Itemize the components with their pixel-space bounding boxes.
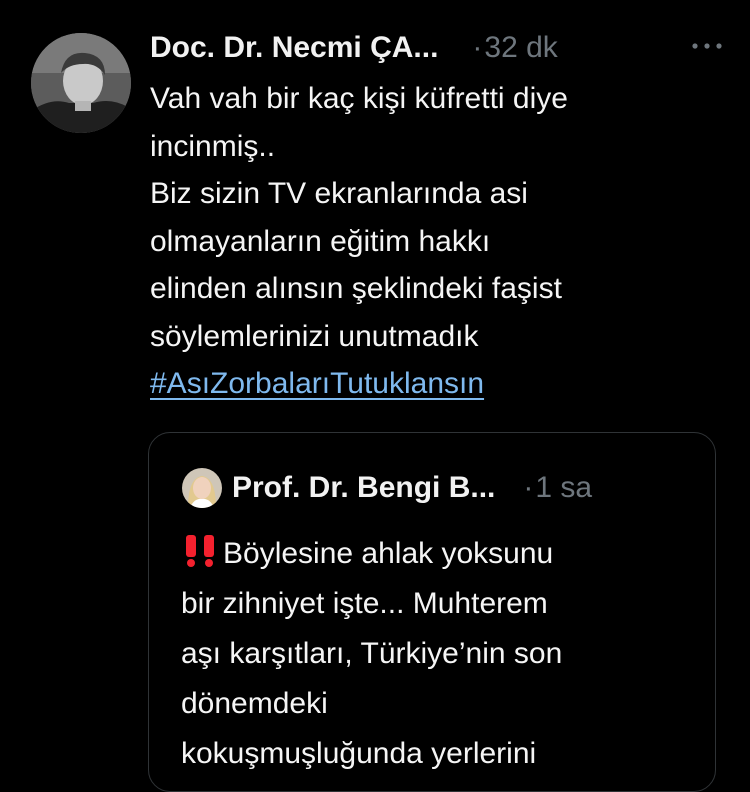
quoted-author-avatar xyxy=(182,468,222,508)
quoted-tweet-text: Böylesine ahlak yoksunu bir zihniyet işt… xyxy=(181,529,701,779)
time-separator: · xyxy=(472,31,483,64)
tweet-timestamp[interactable]: 32 dk xyxy=(484,31,557,65)
hashtag-link[interactable]: #AsıZorbalarıTutuklansın xyxy=(150,360,484,408)
quoted-author-name: Prof. Dr. Bengi B... xyxy=(232,471,496,504)
quoted-text-line: Böylesine ahlak yoksunu xyxy=(181,529,701,579)
author-avatar[interactable] xyxy=(31,33,131,133)
avatar-photo-icon xyxy=(31,33,131,133)
double-exclamation-icon xyxy=(186,535,214,567)
tweet-header: Doc. Dr. Necmi ÇA... · 32 dk xyxy=(150,22,725,74)
quoted-tweet-header: Prof. Dr. Bengi B... · 1 sa xyxy=(182,467,702,509)
tweet-text-line: söylemlerinizi unutmadık xyxy=(150,319,479,353)
quoted-text-line: bir zihniyet işte... Muhterem xyxy=(181,587,548,620)
tweet-text-line: Vah vah bir kaç kişi küfretti diye xyxy=(150,82,568,115)
quoted-time-separator: · xyxy=(523,471,534,504)
tweet[interactable]: Doc. Dr. Necmi ÇA... · 32 dk Vah vah bir… xyxy=(0,0,750,792)
quoted-text-line: kokuşmuşluğunda yerlerini xyxy=(181,737,537,770)
quoted-tweet-card[interactable]: Prof. Dr. Bengi B... · 1 sa Böylesine ah… xyxy=(148,432,716,792)
quoted-avatar-photo-icon xyxy=(182,468,222,508)
tweet-text-line: olmayanların eğitim hakkı xyxy=(150,224,491,258)
tweet-text: Vah vah bir kaç kişi küfretti diye incin… xyxy=(150,75,735,408)
quoted-text-first-line: Böylesine ahlak yoksunu xyxy=(223,537,554,570)
tweet-text-line: incinmiş.. xyxy=(150,129,276,163)
more-horizontal-icon[interactable] xyxy=(690,40,724,52)
quoted-text-line: dönemdeki xyxy=(181,687,328,720)
quoted-text-line: aşı karşıtları, Türkiye’nin son xyxy=(181,637,563,670)
tweet-text-line: elinden alınsın şeklindeki faşist xyxy=(150,272,562,305)
tweet-text-line: Biz sizin TV ekranlarında asi xyxy=(150,177,528,210)
quoted-tweet-timestamp: 1 sa xyxy=(535,471,593,504)
author-name[interactable]: Doc. Dr. Necmi ÇA... xyxy=(150,31,438,65)
